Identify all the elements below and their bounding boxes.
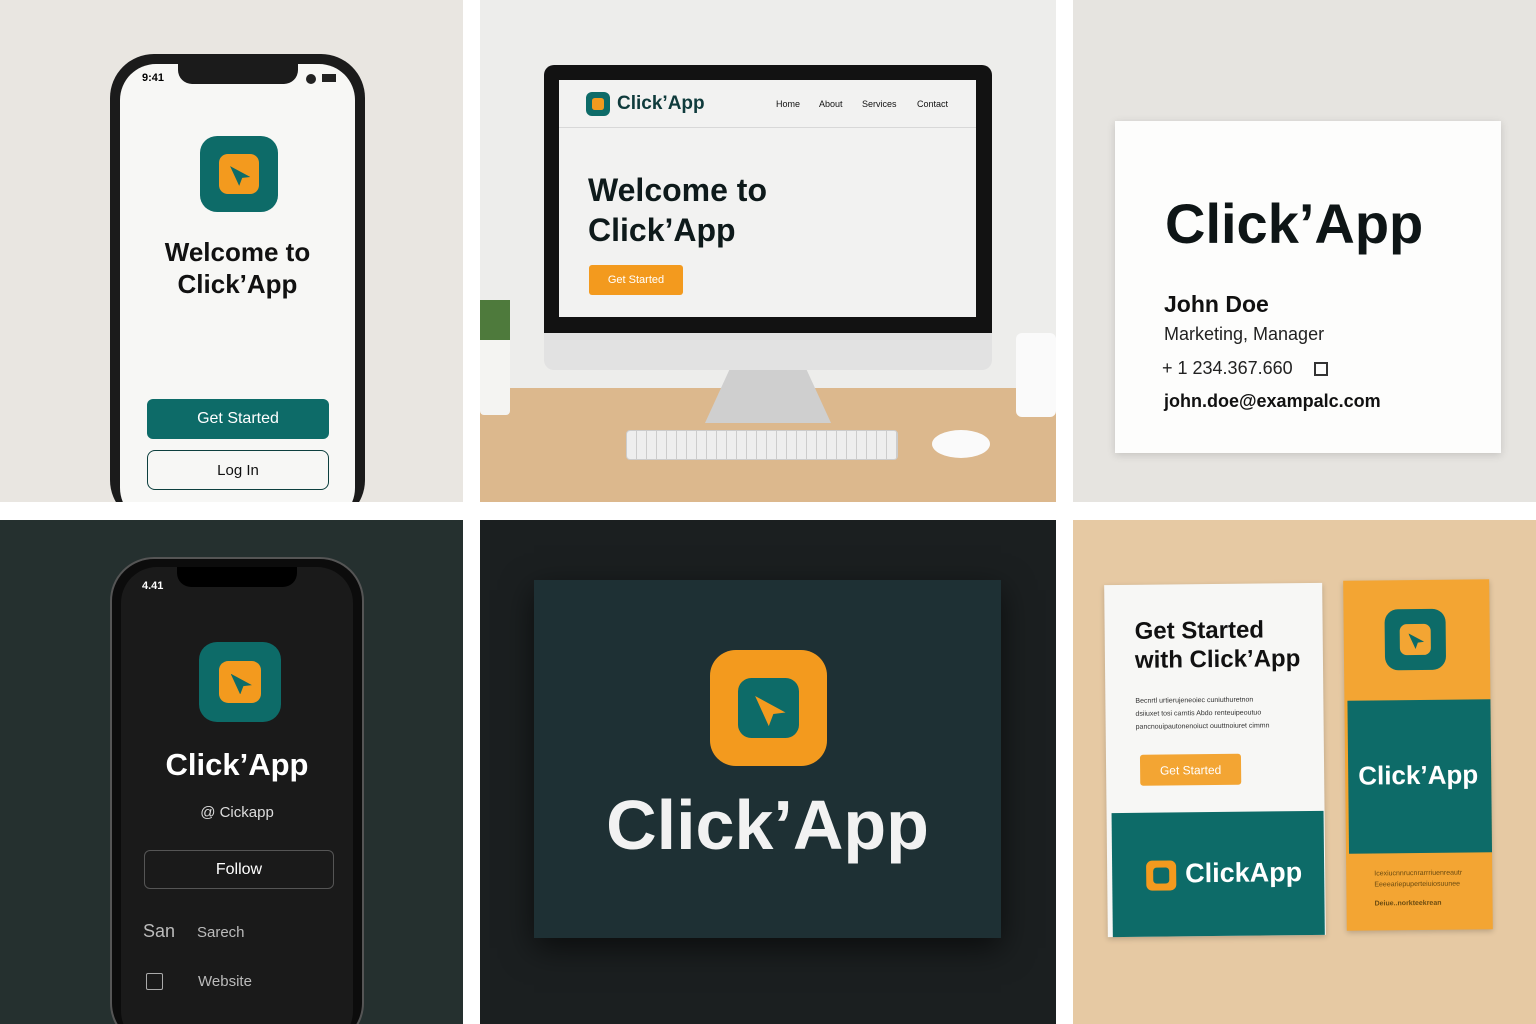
- mouse: [932, 430, 990, 458]
- bookmark: Click’App Icexiucnnrucnrarrriuenreautr Ee…: [1343, 579, 1493, 931]
- welcome-title: Welcome to Click’App: [164, 237, 311, 299]
- flyer-body: Becnrtl urtierujeneoiec cuniuthuretnon ds…: [1135, 696, 1270, 731]
- hero-title: Welcome to Click’App: [588, 172, 767, 248]
- notch: [178, 64, 298, 84]
- get-started-button[interactable]: Get Started: [147, 399, 329, 439]
- monitor-chin: [544, 330, 992, 370]
- phone-screen: 9:41 Welcome to Click’App Get Started Log…: [120, 64, 355, 502]
- flyer-headline: Get Started with Click’App: [1134, 616, 1301, 674]
- hero-get-started-button[interactable]: Get Started: [589, 265, 683, 295]
- mug: [1016, 333, 1056, 417]
- bookmark-text: Icexiucnnrucnrarrriuenreautr Eeeeariepupe…: [1374, 869, 1463, 908]
- dark-phone-mockup: 4.41 Click’App @ Cickapp Follow San Sare…: [0, 520, 463, 1024]
- click-app-logo-icon: [710, 650, 827, 766]
- click-app-logo-icon: [200, 136, 278, 212]
- business-card-mockup: Click’App John Doe Marketing, Manager + …: [1073, 0, 1536, 502]
- footer-brand: ClickApp: [1185, 857, 1303, 889]
- flyer-get-started-button[interactable]: Get Started: [1139, 753, 1242, 786]
- dark-card-mockup: Click’App: [480, 520, 1056, 1024]
- monitor-stand: [705, 368, 831, 423]
- profile-brand: Click’App: [165, 747, 309, 782]
- phone-icon: [1314, 362, 1328, 376]
- nav-about[interactable]: About: [819, 99, 843, 109]
- search-prefix: San: [143, 921, 176, 941]
- website-checkbox[interactable]: [146, 973, 163, 990]
- log-in-button[interactable]: Log In: [147, 450, 329, 490]
- nav-services[interactable]: Services: [862, 99, 897, 109]
- notch: [177, 567, 297, 587]
- click-app-logo-icon: [199, 642, 281, 722]
- card-email: john.doe@exampalc.com: [1164, 391, 1381, 411]
- site-brand[interactable]: Click’App: [617, 93, 705, 115]
- desktop-mockup: Click’App Home About Services Contact We…: [480, 0, 1056, 502]
- website-link[interactable]: Website: [198, 973, 252, 990]
- status-time: 4.41: [142, 580, 164, 592]
- card-brand: Click’App: [606, 786, 929, 864]
- plant: [480, 300, 510, 415]
- website-screen: Click’App Home About Services Contact We…: [559, 80, 976, 317]
- phone-screen: 4.41 Click’App @ Cickapp Follow San Sare…: [121, 567, 353, 1024]
- card-brand: Click’App: [1165, 192, 1424, 255]
- nav-contact[interactable]: Contact: [917, 99, 948, 109]
- search-field[interactable]: Sarech: [197, 924, 245, 941]
- profile-handle[interactable]: @ Cickapp: [121, 804, 353, 821]
- keyboard: [626, 430, 898, 460]
- flyer-footer: ClickApp: [1111, 810, 1325, 938]
- site-logo-icon: [586, 92, 610, 116]
- brand-card: Click’App: [534, 580, 1001, 938]
- footer-logo-icon: [1146, 860, 1177, 891]
- card-name: John Doe: [1164, 291, 1269, 317]
- flyers-mockup: Get Started with Click’App Becnrtl urtier…: [1073, 520, 1536, 1024]
- light-phone-mockup: 9:41 Welcome to Click’App Get Started Log…: [0, 0, 463, 502]
- card-phone: + 1 234.367.660: [1162, 358, 1293, 378]
- signal-battery-icon: [306, 74, 336, 82]
- flyer: Get Started with Click’App Becnrtl urtier…: [1104, 582, 1326, 938]
- nav-home[interactable]: Home: [776, 99, 800, 109]
- follow-button[interactable]: Follow: [144, 850, 334, 889]
- business-card: Click’App John Doe Marketing, Manager + …: [1115, 121, 1501, 453]
- bookmark-brand: Click’App: [1358, 759, 1479, 791]
- bookmark-logo-icon: [1384, 608, 1447, 671]
- card-role: Marketing, Manager: [1164, 324, 1325, 344]
- status-time: 9:41: [142, 72, 165, 84]
